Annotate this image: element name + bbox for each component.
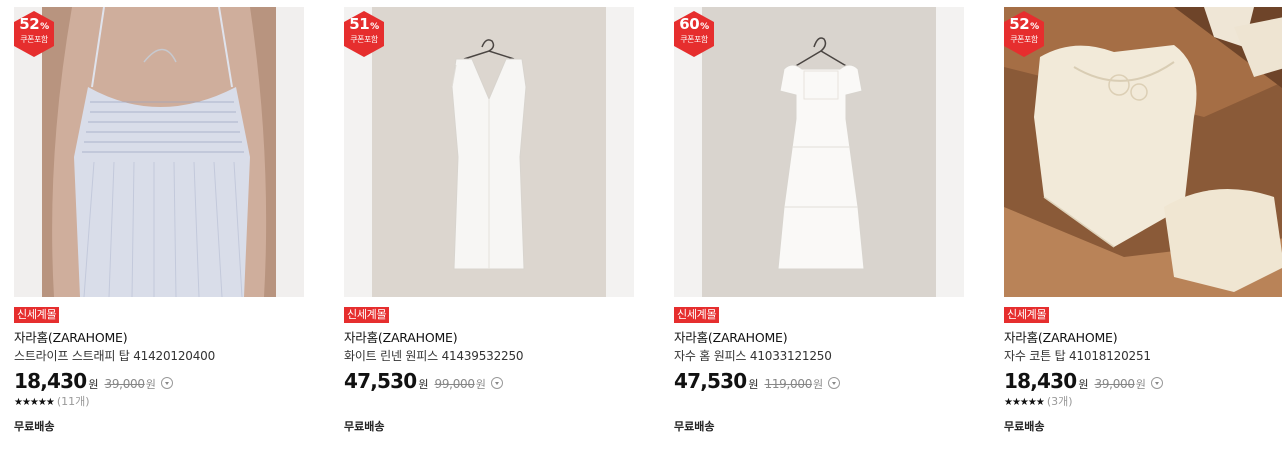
free-shipping-label: 무료배송	[14, 420, 55, 433]
original-price: 39,000	[1094, 377, 1136, 391]
product-name[interactable]: 자수 홈 원피스 41033121250	[674, 349, 964, 363]
price-unit: 원	[418, 378, 429, 391]
price-row: 47,530 원 99,000 원	[344, 369, 634, 393]
original-price-unit: 원	[145, 378, 156, 391]
brand-name[interactable]: 자라홈(ZARAHOME)	[344, 330, 634, 345]
rating	[344, 395, 634, 408]
coupon-included-label: 쿠폰포함	[1010, 35, 1038, 44]
free-shipping-label: 무료배송	[674, 420, 715, 433]
mall-tag: 신세계몰	[14, 307, 60, 323]
discount-percent: 51	[349, 15, 370, 33]
original-price: 119,000	[764, 377, 813, 391]
price-info-icon[interactable]	[828, 377, 841, 389]
brand-name[interactable]: 자라홈(ZARAHOME)	[14, 330, 304, 345]
free-shipping-label: 무료배송	[1004, 420, 1045, 433]
brand-name[interactable]: 자라홈(ZARAHOME)	[1004, 330, 1282, 345]
sale-price: 18,430	[1004, 369, 1077, 393]
percent-sign: %	[370, 22, 379, 32]
original-price-unit: 원	[1135, 378, 1146, 391]
rating-stars-icon: ★★★★★	[14, 397, 55, 408]
price-unit: 원	[1078, 378, 1089, 391]
original-price-unit: 원	[475, 378, 486, 391]
price-row: 18,430 원 39,000 원	[1004, 369, 1282, 393]
sale-price: 18,430	[14, 369, 87, 393]
discount-percent: 52	[19, 15, 40, 33]
product-name[interactable]: 스트라이프 스트래피 탑 41420120400	[14, 349, 304, 363]
original-price: 99,000	[434, 377, 476, 391]
rating-stars-icon: ★★★★★	[1004, 397, 1045, 408]
discount-badge: 51% 쿠폰포함	[344, 11, 384, 57]
price-unit: 원	[88, 378, 99, 391]
rating: ★★★★★ (11개)	[14, 395, 304, 408]
price-unit: 원	[748, 378, 759, 391]
price-info-icon[interactable]	[490, 377, 503, 389]
price-row: 18,430 원 39,000 원	[14, 369, 304, 393]
striped-strappy-top-photo	[14, 7, 304, 297]
product-card[interactable]: 51% 쿠폰포함 신세계몰 자라홈(ZARAHOME) 화이트 린넨 원피스 4…	[344, 7, 634, 434]
discount-percent: 60	[679, 15, 700, 33]
mall-tag: 신세계몰	[1004, 307, 1050, 323]
price-info-icon[interactable]	[160, 377, 173, 389]
product-name[interactable]: 자수 코튼 탑 41018120251	[1004, 349, 1282, 363]
price-row: 47,530 원 119,000 원	[674, 369, 964, 393]
product-card[interactable]: 52% 쿠폰포함 신세계몰 자라홈(ZARAHOME) 자수 코튼 탑 4101…	[1004, 7, 1282, 434]
discount-badge: 52% 쿠폰포함	[1004, 11, 1044, 57]
rating: ★★★★★ (3개)	[1004, 395, 1282, 408]
mall-tag: 신세계몰	[674, 307, 720, 323]
coupon-included-label: 쿠폰포함	[20, 35, 48, 44]
price-info-icon[interactable]	[1150, 377, 1163, 389]
review-count[interactable]: (11개)	[57, 395, 90, 408]
product-grid: 52% 쿠폰포함 신세계몰 자라홈(ZARAHOME) 스트라이프 스트래피 탑…	[0, 0, 1282, 452]
mall-tag: 신세계몰	[344, 307, 390, 323]
product-image[interactable]: 52% 쿠폰포함	[1004, 7, 1282, 297]
product-card[interactable]: 60% 쿠폰포함 신세계몰 자라홈(ZARAHOME) 자수 홈 원피스 410…	[674, 7, 964, 434]
brand-name[interactable]: 자라홈(ZARAHOME)	[674, 330, 964, 345]
discount-percent: 52	[1009, 15, 1030, 33]
percent-sign: %	[700, 22, 709, 32]
product-name[interactable]: 화이트 린넨 원피스 41439532250	[344, 349, 634, 363]
discount-badge: 52% 쿠폰포함	[14, 11, 54, 57]
percent-sign: %	[1030, 22, 1039, 32]
percent-sign: %	[40, 22, 49, 32]
embroidered-cotton-top-photo	[1004, 7, 1282, 297]
product-image[interactable]: 52% 쿠폰포함	[14, 7, 304, 297]
sale-price: 47,530	[674, 369, 747, 393]
coupon-included-label: 쿠폰포함	[680, 35, 708, 44]
original-price: 39,000	[104, 377, 146, 391]
discount-badge: 60% 쿠폰포함	[674, 11, 714, 57]
product-image[interactable]: 51% 쿠폰포함	[344, 7, 634, 297]
coupon-included-label: 쿠폰포함	[350, 35, 378, 44]
rating	[674, 395, 964, 408]
product-card[interactable]: 52% 쿠폰포함 신세계몰 자라홈(ZARAHOME) 스트라이프 스트래피 탑…	[14, 7, 304, 434]
embroidered-home-dress-photo	[674, 7, 964, 297]
sale-price: 47,530	[344, 369, 417, 393]
free-shipping-label: 무료배송	[344, 420, 385, 433]
product-image[interactable]: 60% 쿠폰포함	[674, 7, 964, 297]
white-linen-dress-photo	[344, 7, 634, 297]
review-count[interactable]: (3개)	[1047, 395, 1073, 408]
original-price-unit: 원	[813, 378, 824, 391]
